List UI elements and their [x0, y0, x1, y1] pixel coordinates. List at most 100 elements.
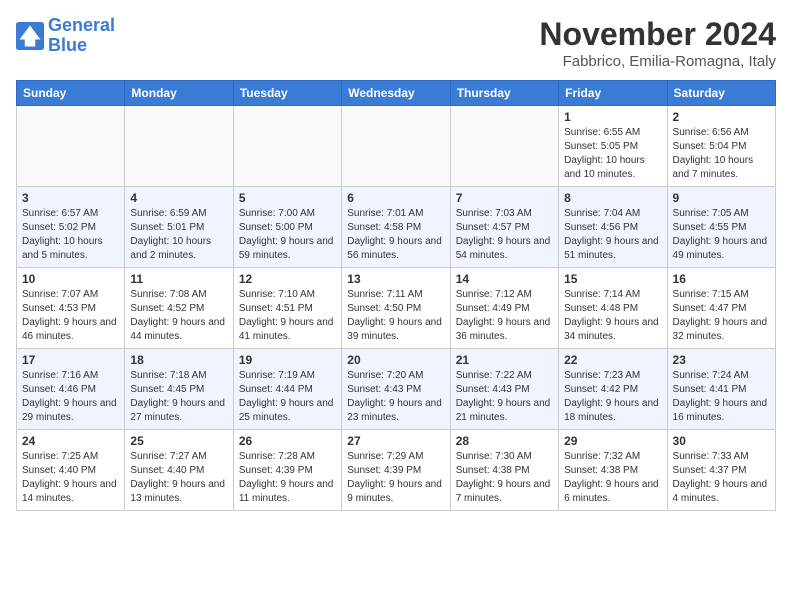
- day-info: Sunrise: 7:25 AM Sunset: 4:40 PM Dayligh…: [22, 450, 119, 506]
- day-number: 6: [347, 191, 444, 205]
- day-info: Sunrise: 7:15 AM Sunset: 4:47 PM Dayligh…: [673, 288, 770, 344]
- day-number: 23: [673, 353, 770, 367]
- week-row-5: 24 Sunrise: 7:25 AM Sunset: 4:40 PM Dayli…: [17, 430, 776, 511]
- day-number: 19: [239, 353, 336, 367]
- location-title: Fabbrico, Emilia-Romagna, Italy: [539, 53, 776, 70]
- day-info: Sunrise: 7:16 AM Sunset: 4:46 PM Dayligh…: [22, 369, 119, 425]
- day-info: Sunrise: 7:33 AM Sunset: 4:37 PM Dayligh…: [673, 450, 770, 506]
- day-info: Sunrise: 7:04 AM Sunset: 4:56 PM Dayligh…: [564, 207, 661, 263]
- calendar-cell: 17 Sunrise: 7:16 AM Sunset: 4:46 PM Dayli…: [17, 349, 125, 430]
- day-info: Sunrise: 6:57 AM Sunset: 5:02 PM Dayligh…: [22, 207, 119, 263]
- calendar-cell: 19 Sunrise: 7:19 AM Sunset: 4:44 PM Dayli…: [233, 349, 341, 430]
- calendar-cell: 4 Sunrise: 6:59 AM Sunset: 5:01 PM Daylig…: [125, 187, 233, 268]
- calendar-table: SundayMondayTuesdayWednesdayThursdayFrid…: [16, 80, 776, 511]
- day-info: Sunrise: 7:22 AM Sunset: 4:43 PM Dayligh…: [456, 369, 553, 425]
- calendar-cell: 26 Sunrise: 7:28 AM Sunset: 4:39 PM Dayli…: [233, 430, 341, 511]
- calendar-cell: 21Sunrise: 7:22 AM Sunset: 4:43 PM Dayli…: [450, 349, 558, 430]
- day-info: Sunrise: 7:19 AM Sunset: 4:44 PM Dayligh…: [239, 369, 336, 425]
- calendar-cell: 3 Sunrise: 6:57 AM Sunset: 5:02 PM Daylig…: [17, 187, 125, 268]
- month-title: November 2024: [539, 16, 776, 53]
- calendar-cell: 30Sunrise: 7:33 AM Sunset: 4:37 PM Dayli…: [667, 430, 775, 511]
- logo-icon: [16, 22, 44, 50]
- day-info: Sunrise: 6:55 AM Sunset: 5:05 PM Dayligh…: [564, 126, 661, 182]
- day-info: Sunrise: 7:27 AM Sunset: 4:40 PM Dayligh…: [130, 450, 227, 506]
- calendar-cell: 29Sunrise: 7:32 AM Sunset: 4:38 PM Dayli…: [559, 430, 667, 511]
- day-number: 4: [130, 191, 227, 205]
- day-number: 8: [564, 191, 661, 205]
- day-info: Sunrise: 7:20 AM Sunset: 4:43 PM Dayligh…: [347, 369, 444, 425]
- day-info: Sunrise: 7:03 AM Sunset: 4:57 PM Dayligh…: [456, 207, 553, 263]
- day-number: 11: [130, 272, 227, 286]
- day-number: 3: [22, 191, 119, 205]
- calendar-cell: [233, 106, 341, 187]
- day-info: Sunrise: 7:12 AM Sunset: 4:49 PM Dayligh…: [456, 288, 553, 344]
- calendar-cell: 25 Sunrise: 7:27 AM Sunset: 4:40 PM Dayli…: [125, 430, 233, 511]
- day-info: Sunrise: 6:59 AM Sunset: 5:01 PM Dayligh…: [130, 207, 227, 263]
- calendar-cell: 13Sunrise: 7:11 AM Sunset: 4:50 PM Dayli…: [342, 268, 450, 349]
- day-number: 17: [22, 353, 119, 367]
- weekday-header-monday: Monday: [125, 81, 233, 106]
- logo-line2: Blue: [48, 35, 87, 55]
- calendar-cell: 7 Sunrise: 7:03 AM Sunset: 4:57 PM Daylig…: [450, 187, 558, 268]
- day-info: Sunrise: 7:01 AM Sunset: 4:58 PM Dayligh…: [347, 207, 444, 263]
- calendar-cell: 24 Sunrise: 7:25 AM Sunset: 4:40 PM Dayli…: [17, 430, 125, 511]
- calendar-cell: 22 Sunrise: 7:23 AM Sunset: 4:42 PM Dayli…: [559, 349, 667, 430]
- week-row-1: 1 Sunrise: 6:55 AM Sunset: 5:05 PM Daylig…: [17, 106, 776, 187]
- day-number: 12: [239, 272, 336, 286]
- day-number: 10: [22, 272, 119, 286]
- calendar-cell: 18 Sunrise: 7:18 AM Sunset: 4:45 PM Dayli…: [125, 349, 233, 430]
- day-info: Sunrise: 7:08 AM Sunset: 4:52 PM Dayligh…: [130, 288, 227, 344]
- day-info: Sunrise: 7:29 AM Sunset: 4:39 PM Dayligh…: [347, 450, 444, 506]
- week-row-4: 17 Sunrise: 7:16 AM Sunset: 4:46 PM Dayli…: [17, 349, 776, 430]
- calendar-cell: 15Sunrise: 7:14 AM Sunset: 4:48 PM Dayli…: [559, 268, 667, 349]
- calendar-cell: 9 Sunrise: 7:05 AM Sunset: 4:55 PM Daylig…: [667, 187, 775, 268]
- logo-line1: General: [48, 15, 115, 35]
- weekday-header-wednesday: Wednesday: [342, 81, 450, 106]
- calendar-cell: 5Sunrise: 7:00 AM Sunset: 5:00 PM Daylig…: [233, 187, 341, 268]
- calendar-cell: 11 Sunrise: 7:08 AM Sunset: 4:52 PM Dayli…: [125, 268, 233, 349]
- calendar-cell: [450, 106, 558, 187]
- weekday-header-thursday: Thursday: [450, 81, 558, 106]
- day-info: Sunrise: 7:18 AM Sunset: 4:45 PM Dayligh…: [130, 369, 227, 425]
- day-number: 13: [347, 272, 444, 286]
- calendar-cell: 12 Sunrise: 7:10 AM Sunset: 4:51 PM Dayli…: [233, 268, 341, 349]
- day-number: 2: [673, 110, 770, 124]
- weekday-header-saturday: Saturday: [667, 81, 775, 106]
- weekday-header-sunday: Sunday: [17, 81, 125, 106]
- week-row-2: 3 Sunrise: 6:57 AM Sunset: 5:02 PM Daylig…: [17, 187, 776, 268]
- day-info: Sunrise: 7:30 AM Sunset: 4:38 PM Dayligh…: [456, 450, 553, 506]
- day-number: 7: [456, 191, 553, 205]
- calendar-cell: 27Sunrise: 7:29 AM Sunset: 4:39 PM Dayli…: [342, 430, 450, 511]
- day-info: Sunrise: 6:56 AM Sunset: 5:04 PM Dayligh…: [673, 126, 770, 182]
- day-number: 24: [22, 434, 119, 448]
- calendar-cell: [125, 106, 233, 187]
- day-number: 14: [456, 272, 553, 286]
- day-number: 9: [673, 191, 770, 205]
- day-number: 1: [564, 110, 661, 124]
- day-number: 18: [130, 353, 227, 367]
- day-number: 25: [130, 434, 227, 448]
- day-info: Sunrise: 7:05 AM Sunset: 4:55 PM Dayligh…: [673, 207, 770, 263]
- day-info: Sunrise: 7:10 AM Sunset: 4:51 PM Dayligh…: [239, 288, 336, 344]
- day-number: 22: [564, 353, 661, 367]
- day-info: Sunrise: 7:32 AM Sunset: 4:38 PM Dayligh…: [564, 450, 661, 506]
- calendar-cell: 8 Sunrise: 7:04 AM Sunset: 4:56 PM Daylig…: [559, 187, 667, 268]
- calendar-cell: 6 Sunrise: 7:01 AM Sunset: 4:58 PM Daylig…: [342, 187, 450, 268]
- calendar-cell: [342, 106, 450, 187]
- day-number: 15: [564, 272, 661, 286]
- logo-text: General Blue: [48, 16, 115, 56]
- day-info: Sunrise: 7:28 AM Sunset: 4:39 PM Dayligh…: [239, 450, 336, 506]
- week-row-3: 10 Sunrise: 7:07 AM Sunset: 4:53 PM Dayli…: [17, 268, 776, 349]
- day-info: Sunrise: 7:23 AM Sunset: 4:42 PM Dayligh…: [564, 369, 661, 425]
- weekday-header-tuesday: Tuesday: [233, 81, 341, 106]
- day-number: 28: [456, 434, 553, 448]
- day-info: Sunrise: 7:07 AM Sunset: 4:53 PM Dayligh…: [22, 288, 119, 344]
- page-header: General Blue November 2024 Fabbrico, Emi…: [16, 16, 776, 70]
- calendar-cell: 20 Sunrise: 7:20 AM Sunset: 4:43 PM Dayli…: [342, 349, 450, 430]
- title-block: November 2024 Fabbrico, Emilia-Romagna, …: [539, 16, 776, 70]
- day-number: 20: [347, 353, 444, 367]
- calendar-cell: 16 Sunrise: 7:15 AM Sunset: 4:47 PM Dayli…: [667, 268, 775, 349]
- day-number: 16: [673, 272, 770, 286]
- day-number: 26: [239, 434, 336, 448]
- calendar-cell: 28 Sunrise: 7:30 AM Sunset: 4:38 PM Dayli…: [450, 430, 558, 511]
